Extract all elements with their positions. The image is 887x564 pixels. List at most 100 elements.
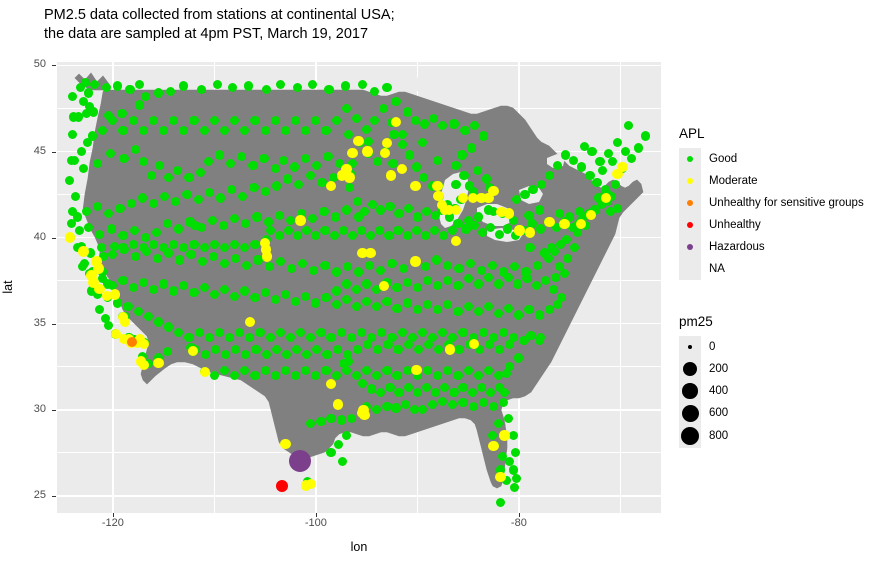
data-point-good xyxy=(311,370,321,380)
data-point-good xyxy=(128,115,138,126)
data-point-good xyxy=(130,251,140,262)
data-point-good xyxy=(219,126,230,136)
color-legend-label: Moderate xyxy=(709,175,758,187)
data-point-moderate xyxy=(514,225,526,236)
size-legend-item[interactable]: 400 xyxy=(679,380,728,402)
data-point-good xyxy=(126,198,136,208)
data-point-good xyxy=(117,109,127,119)
data-point-good xyxy=(312,160,322,170)
data-point-good xyxy=(585,171,595,181)
x-tick-label: -80 xyxy=(510,517,527,529)
data-point-good xyxy=(219,258,230,268)
data-point-good xyxy=(153,88,164,98)
y-tick-label: 40 xyxy=(33,230,46,243)
data-point-good xyxy=(347,231,357,241)
color-legend-key xyxy=(679,148,701,170)
data-point-good xyxy=(169,239,179,250)
size-legend-label: 800 xyxy=(709,429,729,442)
data-point-good xyxy=(148,239,159,250)
data-point-good xyxy=(260,365,270,375)
data-point-good xyxy=(422,365,433,375)
size-legend-label: 400 xyxy=(709,385,729,397)
data-point-good xyxy=(107,224,117,234)
size-legend-item[interactable]: 800 xyxy=(679,424,728,448)
data-point-good xyxy=(487,430,498,441)
data-point-good xyxy=(146,171,156,181)
data-point-good xyxy=(505,362,515,372)
color-legend-item[interactable]: NA xyxy=(679,258,864,280)
data-point-good xyxy=(199,282,209,293)
data-point-good xyxy=(372,405,382,415)
data-point-good xyxy=(196,84,206,95)
color-legend-item[interactable]: Unhealthy for sensitive groups xyxy=(679,192,864,214)
data-point-good xyxy=(524,305,534,315)
data-point-good xyxy=(219,284,230,294)
data-point-good xyxy=(194,327,204,337)
data-point-good xyxy=(248,160,258,170)
data-point-good xyxy=(67,129,77,139)
data-point-good xyxy=(108,250,118,260)
data-point-good xyxy=(321,293,331,303)
data-point-moderate xyxy=(300,480,311,491)
data-point-good xyxy=(485,387,496,398)
data-point-good xyxy=(286,263,297,274)
color-legend-item[interactable]: Good xyxy=(679,148,864,170)
data-point-good xyxy=(423,339,434,349)
data-point-good xyxy=(402,107,412,117)
data-point-good xyxy=(319,207,329,217)
data-point-good xyxy=(463,274,473,284)
data-point-good xyxy=(270,294,280,305)
size-legend: pm25 0 200 400 600 800 xyxy=(679,314,728,448)
data-point-good xyxy=(118,243,128,253)
data-point-good xyxy=(93,201,103,212)
data-point-good xyxy=(311,231,321,241)
data-point-good xyxy=(338,358,348,368)
size-legend-key xyxy=(679,358,701,380)
data-point-good xyxy=(392,303,402,313)
size-legend-item[interactable]: 0 xyxy=(679,336,728,358)
data-point-good xyxy=(535,332,545,342)
size-legend-item[interactable]: 600 xyxy=(679,402,728,424)
data-point-good xyxy=(420,231,431,241)
y-tick-mark xyxy=(52,65,56,67)
data-point-moderate xyxy=(153,358,164,369)
data-point-good xyxy=(137,193,147,203)
data-point-good xyxy=(372,370,382,380)
data-point-good xyxy=(373,157,383,167)
data-point-good xyxy=(308,79,318,89)
size-legend-item[interactable]: 200 xyxy=(679,358,728,380)
data-point-good xyxy=(460,126,470,136)
data-point-good xyxy=(237,152,247,162)
data-point-good xyxy=(79,258,89,268)
data-point-good xyxy=(351,301,362,312)
size-legend-label: 200 xyxy=(709,363,729,375)
y-tick-label: 35 xyxy=(33,316,46,329)
data-point-good xyxy=(469,121,479,131)
data-point-good xyxy=(592,177,602,188)
data-point-good xyxy=(118,231,128,241)
data-point-good xyxy=(68,112,78,122)
data-point-good xyxy=(362,296,372,306)
data-point-good xyxy=(394,208,404,219)
data-point-good xyxy=(548,284,558,294)
data-point-good xyxy=(208,251,218,262)
x-tick-label: -120 xyxy=(101,517,124,529)
color-legend-item[interactable]: Hazardous xyxy=(679,236,864,258)
data-point-good xyxy=(465,258,475,268)
data-point-good xyxy=(74,226,84,236)
data-point-good xyxy=(270,115,280,126)
data-point-good xyxy=(311,115,321,126)
data-point-good xyxy=(500,387,510,398)
data-point-good xyxy=(556,293,567,303)
data-point-good xyxy=(240,365,250,375)
data-point-good xyxy=(158,279,169,289)
color-legend-item[interactable]: Moderate xyxy=(679,170,864,192)
color-legend-item[interactable]: Unhealthy xyxy=(679,214,864,236)
data-point-good xyxy=(561,234,572,244)
data-point-good xyxy=(512,473,522,484)
data-point-good xyxy=(531,281,541,291)
plot-panel xyxy=(57,62,661,513)
data-point-good xyxy=(458,327,468,337)
data-point-good xyxy=(382,401,392,411)
data-point-good xyxy=(528,184,538,194)
